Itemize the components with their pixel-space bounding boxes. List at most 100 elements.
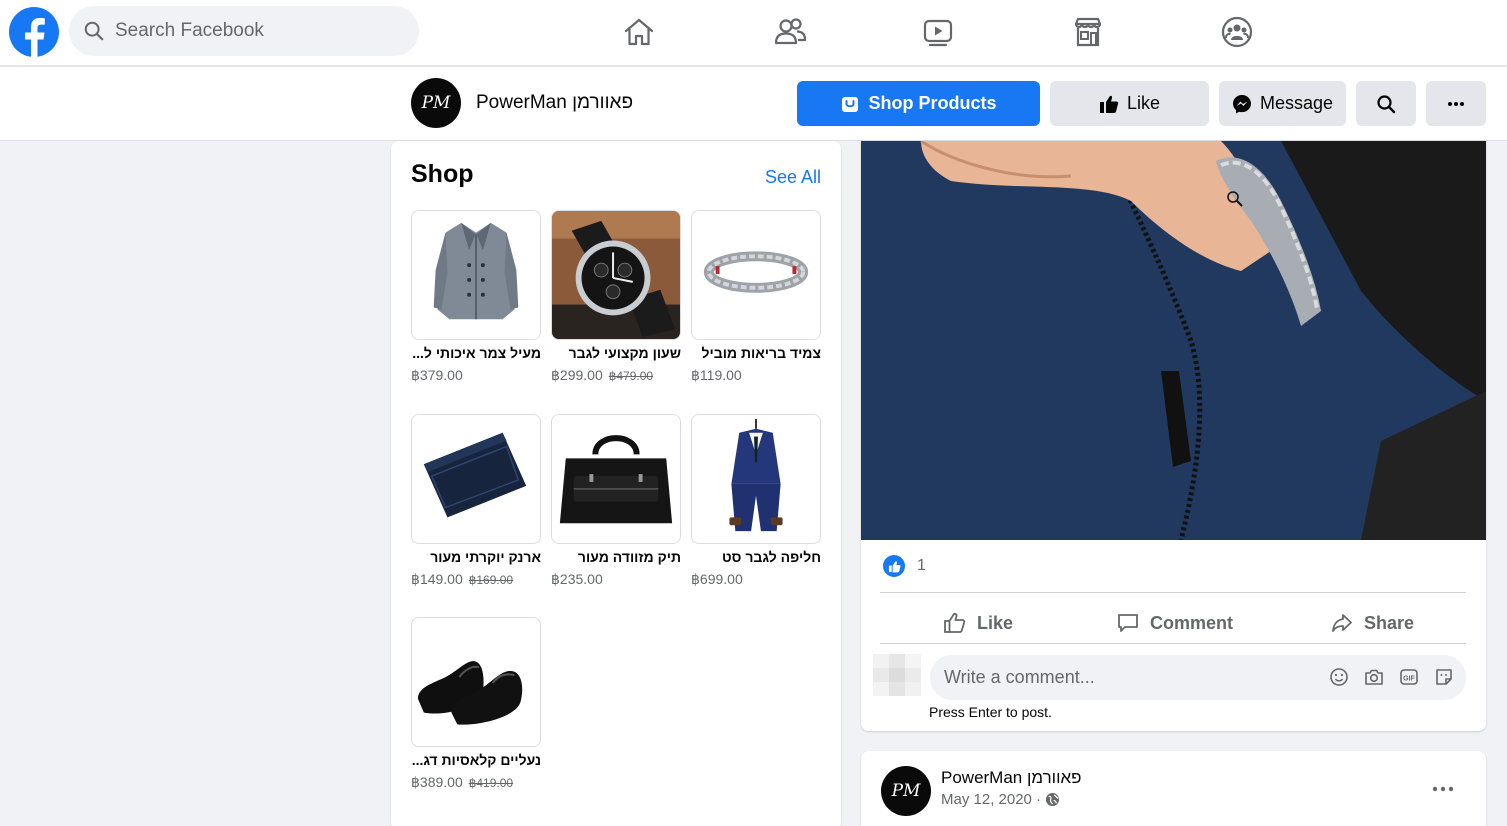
search-icon bbox=[84, 21, 104, 41]
like-count[interactable]: 1 bbox=[917, 557, 926, 575]
product-card[interactable]: ארנק יוקרתי מעור ฿149.00 ฿169.00 bbox=[411, 414, 541, 588]
user-avatar[interactable] bbox=[873, 654, 921, 696]
like-action-label: Like bbox=[977, 612, 1014, 633]
product-image-bracelet[interactable] bbox=[691, 210, 821, 340]
more-options-button[interactable] bbox=[1426, 81, 1486, 126]
thumbs-up-icon bbox=[1099, 95, 1119, 113]
gif-button[interactable]: GIF bbox=[1399, 665, 1419, 689]
search-bar[interactable] bbox=[69, 6, 419, 56]
product-image-bag[interactable] bbox=[551, 414, 681, 544]
sticker-icon bbox=[1436, 669, 1452, 685]
svg-text:GIF: GIF bbox=[1403, 676, 1415, 683]
post-options-button[interactable] bbox=[1428, 779, 1458, 799]
photo-button[interactable] bbox=[1364, 665, 1384, 689]
bracelet-image bbox=[692, 211, 820, 339]
shop-title: Shop bbox=[411, 160, 474, 188]
nav-watch[interactable] bbox=[918, 12, 958, 52]
page-header-bar: PM PowerMan פאוורמן Shop Products Like M… bbox=[0, 67, 1507, 141]
product-card[interactable]: צמיד בריאות מוביל ฿119.00 bbox=[691, 210, 821, 384]
product-image-shoes[interactable] bbox=[411, 617, 541, 747]
product-name[interactable]: שעון מקצועי לגבר bbox=[551, 345, 681, 361]
product-name[interactable]: נעליים קלאסיות דג... bbox=[411, 752, 541, 768]
product-original-price: ฿419.00 bbox=[468, 776, 514, 790]
suit-image bbox=[692, 415, 820, 543]
product-card[interactable]: שעון מקצועי לגבר ฿299.00 ฿479.00 bbox=[551, 210, 681, 384]
post-card: 1 Like Comment Share Write a comment... … bbox=[861, 141, 1486, 731]
product-card[interactable]: נעליים קלאסיות דג... ฿389.00 ฿419.00 bbox=[411, 617, 541, 791]
shop-products-button[interactable]: Shop Products bbox=[797, 81, 1040, 126]
facebook-logo-icon[interactable] bbox=[8, 6, 60, 58]
page-avatar[interactable]: PM bbox=[411, 78, 461, 128]
comment-box[interactable]: GIF bbox=[930, 655, 1466, 700]
message-button[interactable]: Message bbox=[1219, 81, 1346, 126]
product-price: ฿299.00 ฿479.00 bbox=[551, 367, 654, 383]
post-comment-button[interactable]: Comment bbox=[1116, 603, 1233, 643]
product-price: ฿389.00 ฿419.00 bbox=[411, 774, 514, 790]
marketplace-icon bbox=[1074, 17, 1102, 47]
product-name[interactable]: צמיד בריאות מוביל bbox=[691, 345, 822, 361]
more-horizontal-icon bbox=[1448, 101, 1464, 106]
watch-icon bbox=[923, 19, 953, 47]
nav-marketplace[interactable] bbox=[1068, 12, 1108, 52]
watch-image bbox=[552, 211, 680, 339]
product-name[interactable]: מעיל צמר איכותי ל... bbox=[411, 345, 541, 361]
press-enter-hint: Press Enter to post. bbox=[929, 704, 1052, 720]
message-label: Message bbox=[1259, 93, 1334, 113]
emoji-button[interactable] bbox=[1329, 665, 1349, 689]
shop-products-label: Shop Products bbox=[868, 93, 997, 113]
product-name[interactable]: ארנק יוקרתי מעור bbox=[411, 549, 541, 565]
product-card[interactable]: מעיל צמר איכותי ל... ฿379.00 bbox=[411, 210, 541, 384]
friends-icon bbox=[774, 18, 807, 45]
shop-section: Shop See All מעיל צמר איכותי ל... ฿379.0… bbox=[391, 141, 841, 826]
search-icon bbox=[1377, 94, 1396, 113]
next-post-card: PM PowerMan פאוורמן May 12, 2020 · bbox=[861, 751, 1486, 826]
comment-input[interactable] bbox=[944, 667, 1304, 688]
product-name[interactable]: תיק מזוודה מעור bbox=[551, 549, 681, 565]
divider bbox=[880, 643, 1466, 644]
post-photo[interactable] bbox=[861, 141, 1486, 540]
bag-image bbox=[552, 415, 680, 543]
product-original-price: ฿479.00 bbox=[608, 369, 654, 383]
coat-image bbox=[412, 211, 540, 339]
groups-icon bbox=[1221, 16, 1253, 48]
post-timestamp[interactable]: May 12, 2020 · bbox=[941, 791, 1060, 808]
like-page-label: Like bbox=[1126, 93, 1161, 113]
wallet-image bbox=[412, 415, 540, 543]
post-share-button[interactable]: Share bbox=[1330, 603, 1414, 643]
post-like-button[interactable]: Like bbox=[943, 603, 1013, 643]
product-image-suit[interactable] bbox=[691, 414, 821, 544]
nav-home[interactable] bbox=[619, 12, 659, 52]
gif-icon: GIF bbox=[1400, 669, 1418, 685]
search-input[interactable] bbox=[115, 20, 395, 42]
share-action-label: Share bbox=[1364, 612, 1415, 633]
page-search-button[interactable] bbox=[1356, 81, 1416, 126]
post-author-name[interactable]: PowerMan פאוורמן bbox=[941, 768, 1082, 788]
product-price: ฿235.00 bbox=[551, 571, 603, 587]
post-date[interactable]: May 12, 2020 · bbox=[941, 791, 1041, 808]
globe-icon bbox=[1046, 792, 1060, 807]
thumbs-up-outline-icon bbox=[944, 612, 966, 633]
post-author-avatar[interactable]: PM bbox=[881, 766, 931, 816]
product-price: ฿379.00 bbox=[411, 367, 463, 383]
reactions-summary[interactable]: 1 bbox=[883, 555, 926, 577]
camera-icon bbox=[1365, 669, 1383, 685]
share-icon bbox=[1332, 614, 1352, 632]
nav-friends[interactable] bbox=[770, 12, 810, 52]
product-price: ฿119.00 bbox=[691, 367, 742, 383]
divider bbox=[880, 592, 1466, 593]
product-image-coat[interactable] bbox=[411, 210, 541, 340]
top-navigation-bar bbox=[0, 0, 1507, 66]
product-image-wallet[interactable] bbox=[411, 414, 541, 544]
product-card[interactable]: תיק מזוודה מעור ฿235.00 bbox=[551, 414, 681, 588]
see-all-link[interactable]: See All bbox=[765, 167, 821, 188]
nav-groups[interactable] bbox=[1217, 12, 1257, 52]
product-image-watch[interactable] bbox=[551, 210, 681, 340]
comment-action-label: Comment bbox=[1150, 612, 1234, 633]
product-name[interactable]: חליפה לגבר סט bbox=[691, 549, 821, 565]
page-name[interactable]: PowerMan פאוורמן bbox=[476, 92, 633, 114]
shop-bag-icon bbox=[842, 96, 859, 112]
sticker-button[interactable] bbox=[1434, 665, 1454, 689]
emoji-icon bbox=[1330, 668, 1348, 686]
product-card[interactable]: חליפה לגבר סט ฿699.00 bbox=[691, 414, 821, 588]
like-page-button[interactable]: Like bbox=[1050, 81, 1209, 126]
